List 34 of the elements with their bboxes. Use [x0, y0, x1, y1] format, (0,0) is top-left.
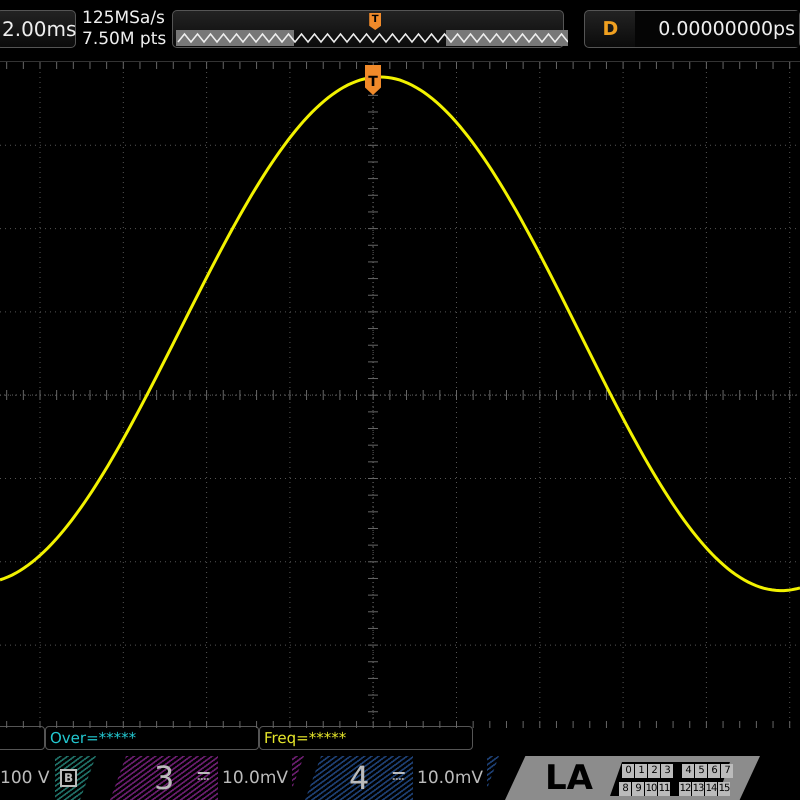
timebase-readout: 2.00ms [0, 10, 76, 48]
bandwidth-limit-badge: B [60, 769, 78, 787]
sample-rate-text: 125MSa/s [82, 10, 166, 27]
channel-scale: 10.0mV [413, 756, 488, 800]
dc-coupling-icon [196, 771, 211, 781]
logic-channel-indicator: 0 [622, 764, 634, 778]
logic-channel-indicator: 11 [658, 782, 670, 796]
delay-value: 0.00000000ps [635, 11, 799, 47]
logic-channel-indicator: 9 [632, 782, 644, 796]
logic-channel-indicator: 13 [692, 782, 704, 796]
logic-channel-indicator: 7 [721, 764, 733, 778]
logic-analyzer-label: LA [545, 757, 593, 800]
logic-channel-indicator: 14 [705, 782, 717, 796]
trigger-position-marker: T [369, 13, 382, 30]
delay-label: D [601, 17, 620, 42]
dc-coupling-icon [392, 771, 406, 781]
logic-channel-indicator: 2 [648, 764, 660, 778]
logic-channel-indicator: 8 [619, 782, 631, 796]
logic-channel-indicator: 15 [718, 782, 730, 796]
channel-scale: 100 V [0, 756, 56, 800]
channel-tab[interactable]: 100 V B [0, 756, 96, 800]
logic-channel-indicator: 10 [645, 782, 657, 796]
logic-channel-indicator: 4 [682, 764, 694, 778]
logic-channel-indicator: 1 [635, 764, 647, 778]
trigger-marker: T [365, 65, 381, 95]
logic-channel-indicator: 5 [695, 764, 707, 778]
channel-scale: 10.0mV [218, 756, 292, 800]
logic-channel-indicator: 12 [679, 782, 691, 796]
measurement-slot [0, 726, 45, 750]
logic-channel-indicator: 3 [661, 764, 673, 778]
measurement-readout: Freq=***** [259, 726, 473, 750]
logic-channel-indicator: 6 [708, 764, 720, 778]
memory-depth-text: 7.50M pts [82, 31, 168, 48]
measurement-readout: Over=***** [45, 726, 259, 750]
